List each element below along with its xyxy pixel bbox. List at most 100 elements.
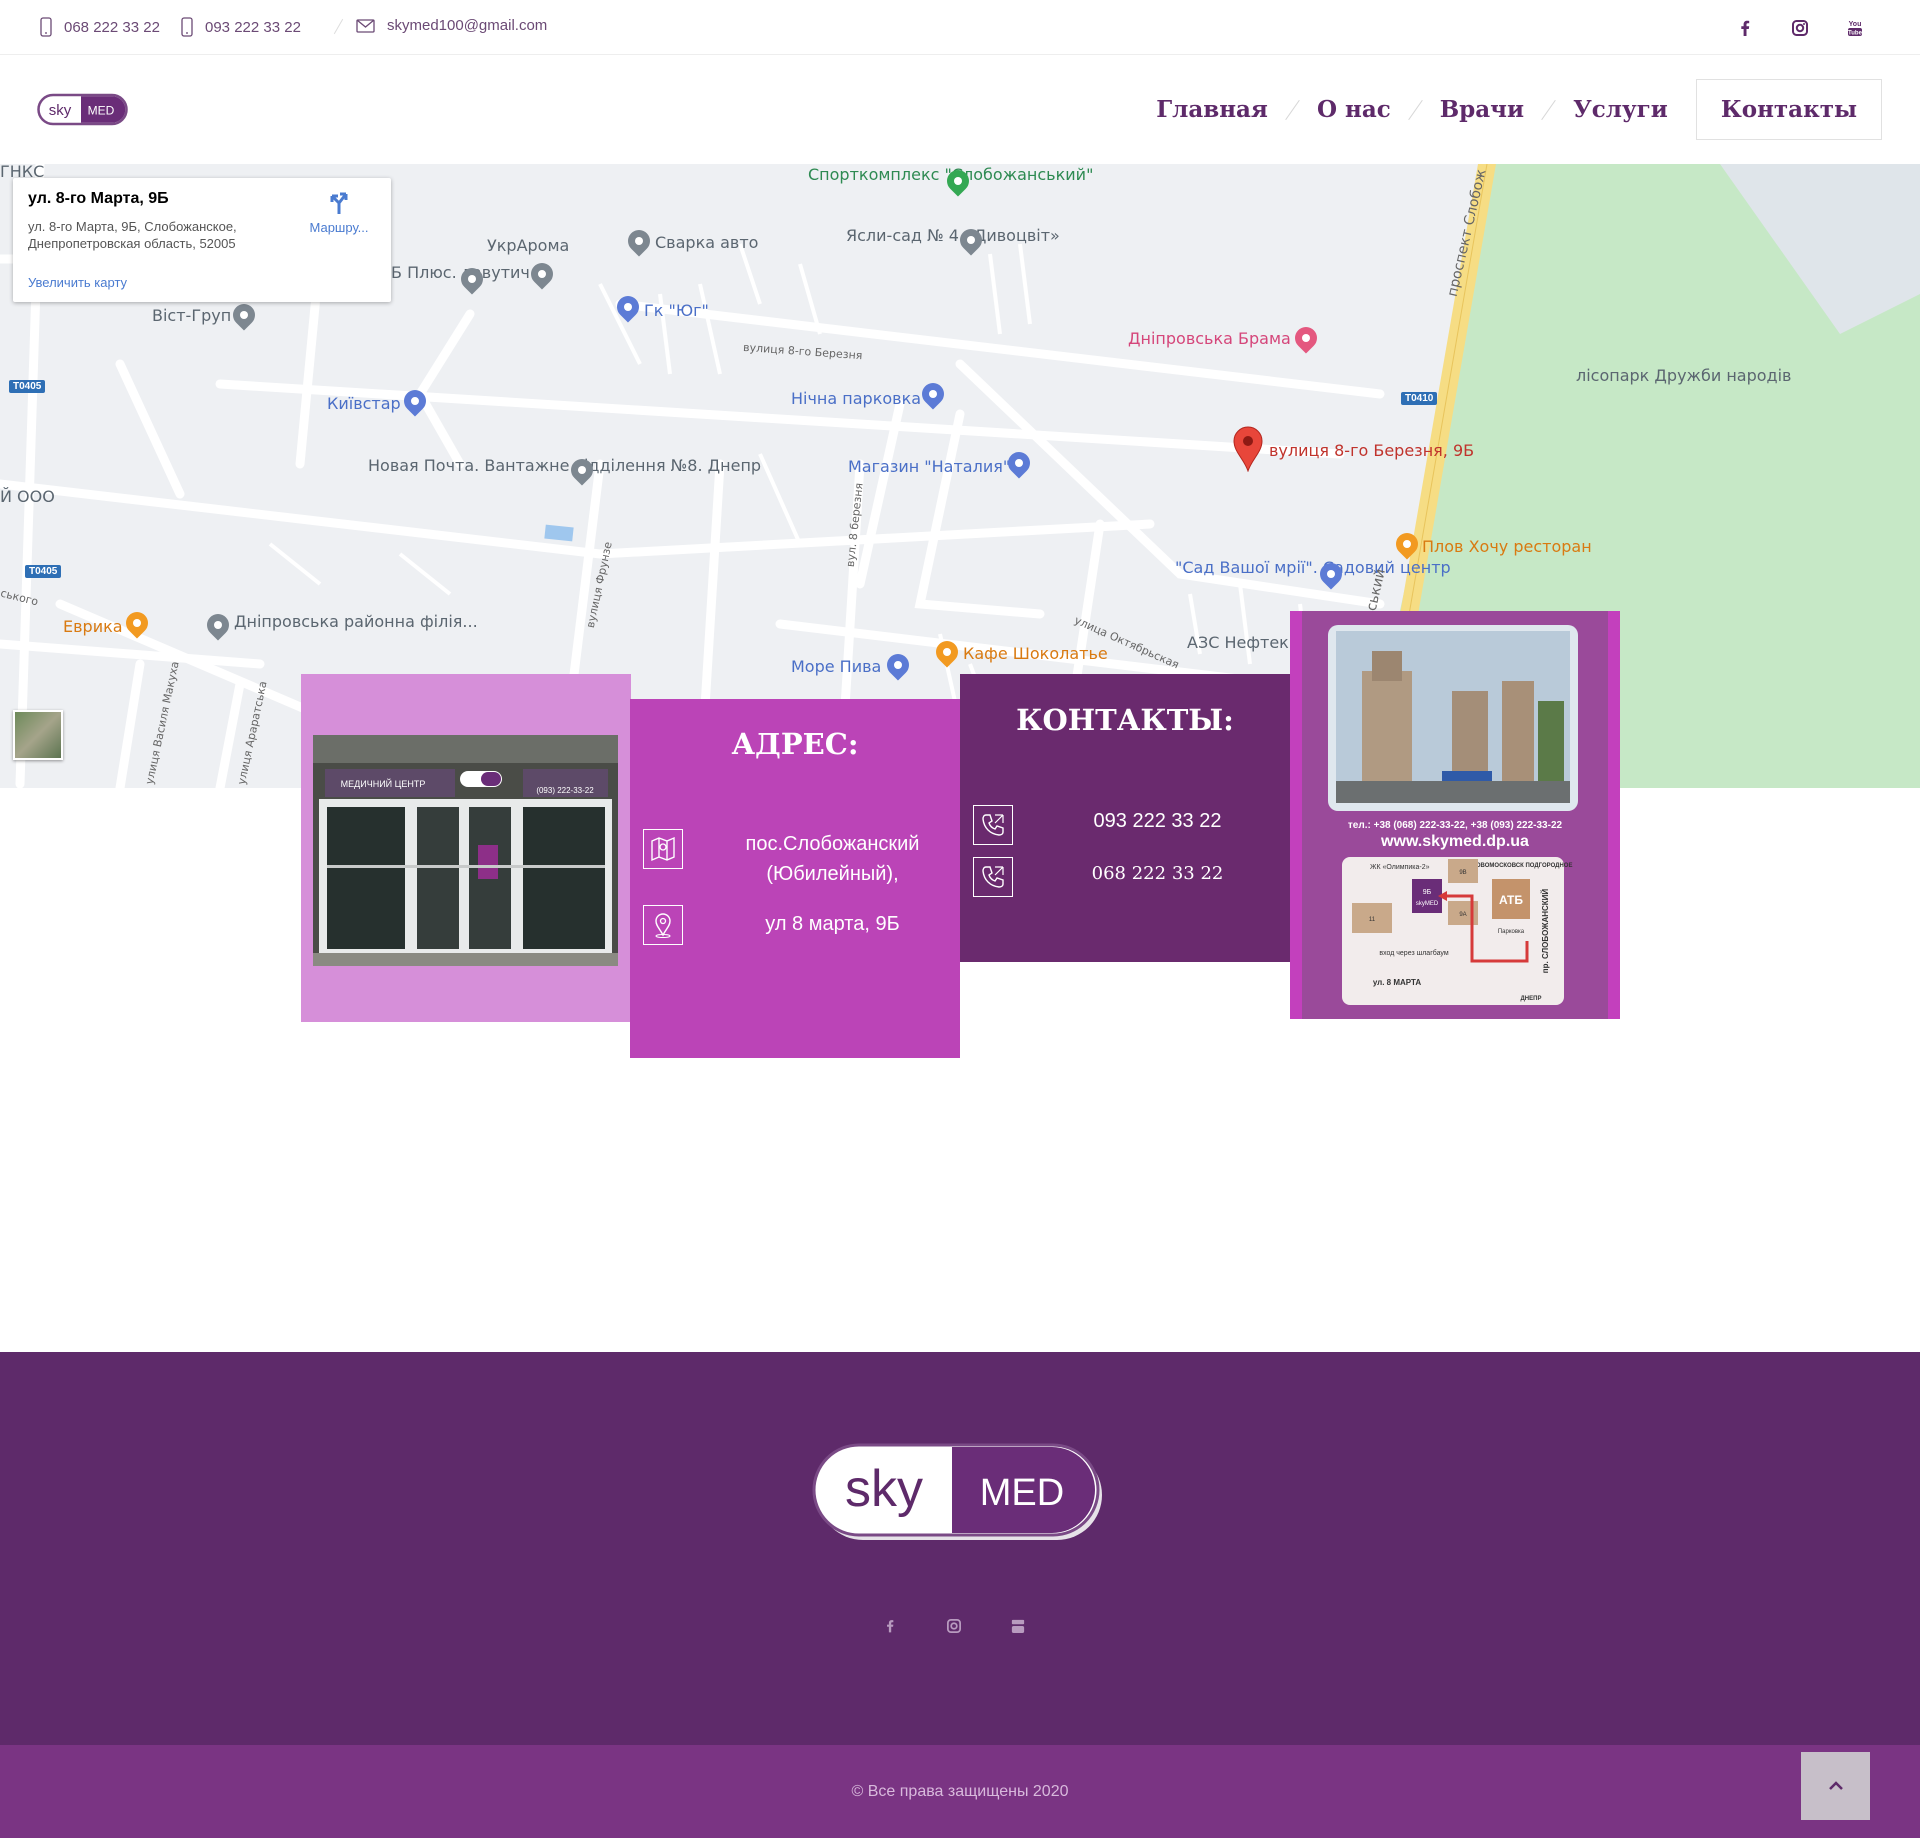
flyer-n9: 9В [1459, 870, 1466, 876]
info-address: ул. 8-го Марта, 9Б, Слобожанское, Днепро… [28, 219, 237, 251]
svg-text:Tube: Tube [1848, 31, 1863, 37]
copyright-bar: © Все права защищены 2020 [0, 1745, 1920, 1838]
flyer-dnepr: ДНЕПР [1521, 996, 1542, 1002]
map-place-label: Ясли-сад № 4 «Дивоцвіт» [846, 226, 1060, 245]
skymed-logo[interactable]: sky MED [37, 93, 129, 127]
map-place-label: АЗС Нефтек [1187, 633, 1289, 652]
nav-doctors[interactable]: Врачи [1416, 79, 1548, 140]
directions-label[interactable]: Маршру... [310, 220, 369, 235]
flyer-site: www.skymed.dp.ua [1380, 833, 1529, 850]
map-place-label: Б Плюс. лавутич [391, 263, 530, 282]
address-block: АДРЕС: пос.Слобожанский (Юбилейный), ул … [630, 699, 960, 1058]
map-place-label: Гк "Юг" [644, 301, 709, 320]
road-code-badge: T0405 [9, 380, 46, 393]
flyer-jk: ЖК «Олимпика-2» [1370, 864, 1430, 871]
map-place-label: Віст-Груп [152, 306, 232, 325]
footer-logo-sky: sky [845, 1460, 923, 1518]
map-place-label: Київстар [327, 394, 401, 413]
directions-icon [330, 192, 348, 214]
address-line-2: ул 8 марта, 9Б [765, 913, 900, 935]
nav-about[interactable]: О нас [1293, 79, 1415, 140]
map-icon [643, 829, 683, 869]
map-place-label: УкрАрома [487, 236, 570, 255]
svg-text:You: You [1849, 21, 1862, 28]
youtube-icon[interactable] [1006, 1614, 1030, 1638]
header: sky MED Главная О нас Врачи Услуги Конта… [0, 55, 1920, 164]
flyer-image: тел.: +38 (068) 222-33-22, +38 (093) 222… [1302, 611, 1608, 1019]
info-title: ул. 8-го Марта, 9Б [28, 190, 169, 207]
logo-med-text: MED [88, 104, 115, 118]
facebook-icon[interactable] [1731, 14, 1759, 42]
map-info-window: ул. 8-го Марта, 9Б ул. 8-го Марта, 9Б, С… [13, 178, 391, 302]
flyer-prospect: пр. СЛОБОЖАНСКИЙ [1541, 889, 1550, 974]
phone-icon [973, 857, 1013, 897]
flyer-n11: 11 [1369, 917, 1376, 923]
flyer-novo: НОВОМОСКОВСК ПОДГОРОДНОЕ [1472, 863, 1573, 869]
marker-label: вулиця 8-го Березня, 9Б [1269, 441, 1475, 460]
satellite-view-toggle[interactable] [13, 710, 63, 760]
map-place-label: Нічна парковка [791, 389, 922, 408]
phone-icon [973, 805, 1013, 845]
flyer-num: 9Б [1423, 889, 1432, 896]
instagram-icon[interactable] [1786, 14, 1814, 42]
phone-link-1[interactable]: 068 222 33 22 [40, 17, 160, 37]
storefront-phone: (093) 222-33-22 [536, 786, 594, 795]
skymed-footer-logo[interactable]: sky MED [812, 1442, 1108, 1546]
flyer-phones: тел.: +38 (068) 222-33-22, +38 (093) 222… [1348, 820, 1563, 831]
nav-contacts[interactable]: Контакты [1695, 79, 1882, 140]
nav-home[interactable]: Главная [1132, 79, 1292, 140]
footer-logo-med: MED [980, 1472, 1064, 1514]
logo-sky-text: sky [49, 102, 72, 119]
footer: sky MED [0, 1352, 1920, 1745]
map-place-label: Дніпровська районна філія... [234, 612, 478, 631]
map-place-label: "Сад Вашої мрії". Садовий центр [1175, 558, 1451, 577]
map-place-label: Еврика [63, 617, 123, 636]
nav-services[interactable]: Услуги [1549, 79, 1692, 140]
map-place-label: Сварка авто [655, 233, 759, 252]
flyer-parking: Парковка [1498, 929, 1525, 935]
location-marker-icon[interactable] [1232, 426, 1264, 472]
instagram-icon[interactable] [942, 1614, 966, 1638]
flyer-block: тел.: +38 (068) 222-33-22, +38 (093) 222… [1290, 611, 1620, 1019]
scroll-to-top-button[interactable] [1801, 1752, 1870, 1820]
road-code-badge: T0405 [25, 565, 62, 578]
phone-2-text[interactable]: 093 222 33 22 [205, 19, 301, 36]
directions-button[interactable]: Маршру... [298, 190, 380, 235]
top-bar: 068 222 33 22 093 222 33 22 skymed100@gm… [0, 0, 1920, 55]
road-code-badge: T0410 [1401, 392, 1438, 405]
copyright-text: © Все права защищены 2020 [851, 1783, 1069, 1800]
main-nav: Главная О нас Врачи Услуги Контакты [1132, 79, 1882, 140]
storefront-photo: МЕДИЧНИЙ ЦЕНТР (093) 222-33-22 [313, 735, 618, 966]
location-pin-icon [643, 905, 683, 945]
email-link[interactable]: skymed100@gmail.com [356, 17, 547, 34]
storefront-sign: МЕДИЧНИЙ ЦЕНТР [341, 778, 426, 789]
chevron-up-icon [1828, 1781, 1843, 1790]
top-social-links: You Tube [1731, 14, 1869, 42]
divider [333, 18, 344, 35]
phone-1-text[interactable]: 068 222 33 22 [64, 19, 160, 36]
storefront-block: МЕДИЧНИЙ ЦЕНТР (093) 222-33-22 [301, 674, 631, 1022]
flyer-clinic: skyMED [1416, 901, 1439, 907]
email-text[interactable]: skymed100@gmail.com [387, 17, 547, 34]
envelope-icon [356, 18, 375, 33]
contacts-title: КОНТАКТЫ: [1016, 703, 1234, 737]
map-place-label: Кафе Шоколатье [963, 644, 1108, 663]
flyer-street: ул. 8 МАРТА [1373, 978, 1422, 987]
mobile-phone-icon [40, 17, 52, 37]
map-place-label: Магазин "Наталия" [848, 457, 1011, 476]
contact-phone-1[interactable]: 093 222 33 22 [1040, 806, 1275, 836]
map-place-label: Море Пива [791, 657, 882, 676]
facebook-icon[interactable] [878, 1614, 902, 1638]
map-place-label: Новая Почта. Вантажне відділення №8. Дне… [368, 456, 762, 475]
address-line-1: пос.Слобожанский (Юбилейный), [745, 833, 920, 885]
youtube-icon[interactable]: You Tube [1841, 14, 1869, 42]
contacts-block: КОНТАКТЫ: 093 222 33 22 068 222 33 22 [960, 674, 1290, 962]
address-title: АДРЕС: [731, 727, 859, 761]
flyer-entrance: вход через шлагбаум [1379, 949, 1448, 957]
flyer-n9a: 9А [1459, 912, 1466, 918]
enlarge-map-link[interactable]: Увеличить карту [28, 275, 127, 290]
map-place-label: лісопарк Дружби народів [1576, 367, 1791, 385]
phone-link-2[interactable]: 093 222 33 22 [181, 17, 301, 37]
map-place-label: Й ООО [0, 487, 55, 506]
contact-phone-2[interactable]: 068 222 33 22 [1040, 859, 1275, 889]
